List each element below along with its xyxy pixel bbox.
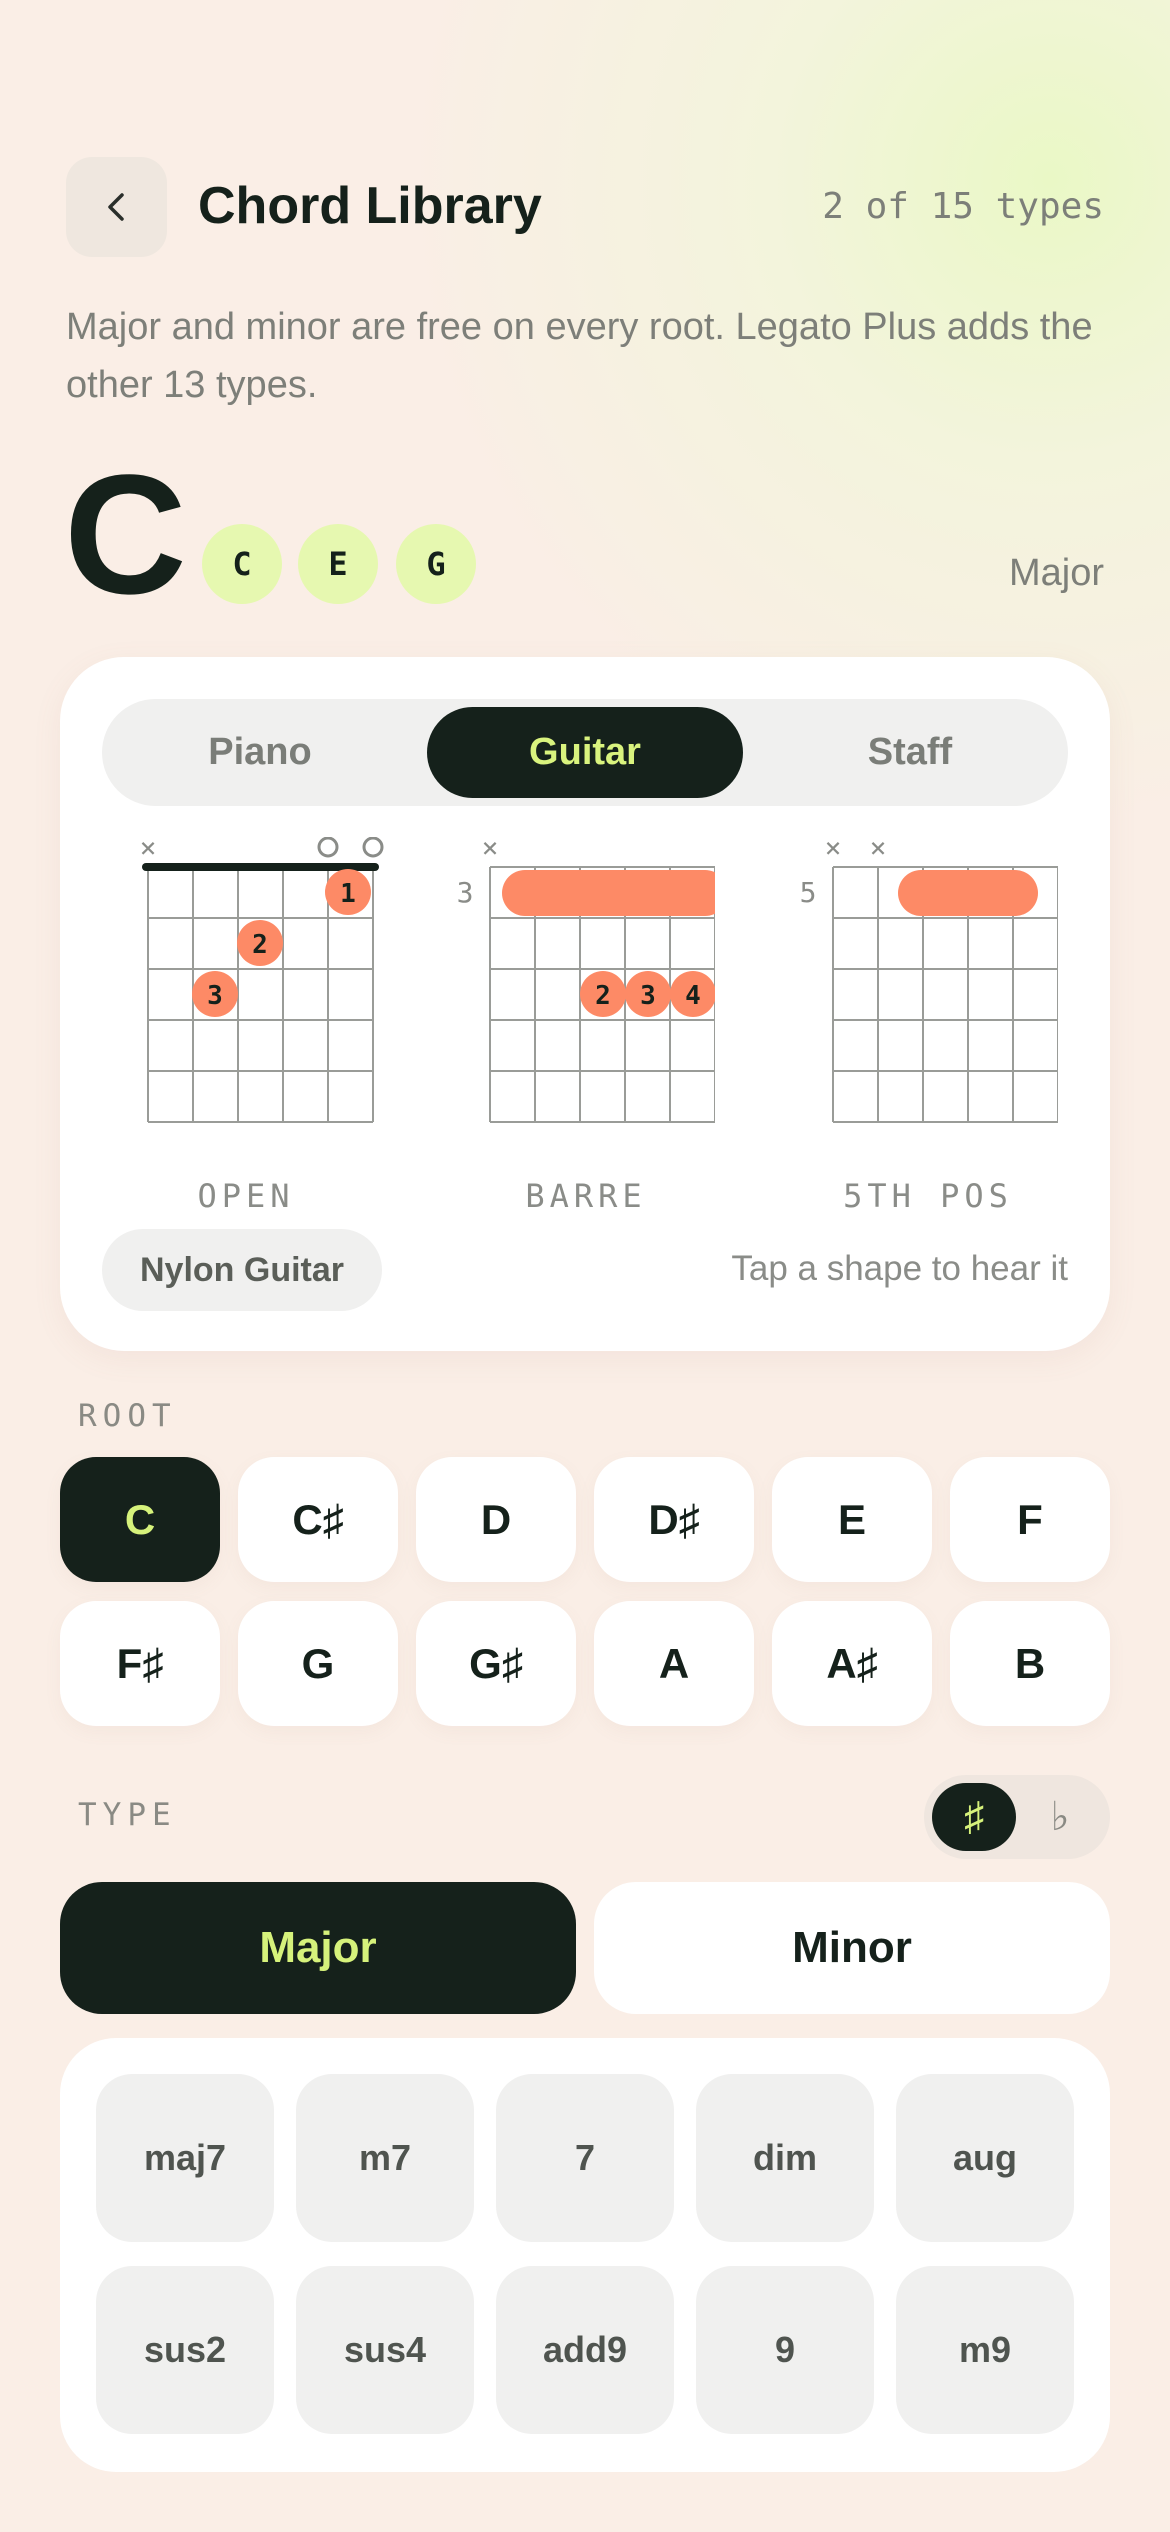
- root-button-c[interactable]: C: [60, 1457, 220, 1582]
- instrument-tabs: Piano Guitar Staff: [102, 699, 1068, 806]
- open-fretboard: × 1 2 3: [140, 831, 384, 1123]
- finger-number: 3: [640, 981, 656, 1011]
- chord-quality: Major: [1008, 552, 1104, 594]
- root-button-g-sharp[interactable]: G♯: [416, 1601, 576, 1726]
- note-chip: E: [298, 524, 378, 604]
- root-button-d-sharp[interactable]: D♯: [594, 1457, 754, 1582]
- muted-string-marker: ×: [140, 837, 157, 864]
- type-m9-button[interactable]: m9: [896, 2266, 1074, 2434]
- fifth-fretboard: 5 × ×: [800, 831, 1059, 1123]
- back-button[interactable]: [66, 157, 167, 257]
- fret-number: 3: [457, 876, 474, 909]
- open-string-marker: [317, 836, 339, 858]
- type-m7-button[interactable]: m7: [296, 2074, 474, 2242]
- page-title: Chord Library: [198, 177, 542, 235]
- type-sus4-button[interactable]: sus4: [296, 2266, 474, 2434]
- type-add9-button[interactable]: add9: [496, 2266, 674, 2434]
- sound-selector-button[interactable]: Nylon Guitar: [102, 1229, 382, 1311]
- extended-types-card: maj7 m7 7 dim aug sus2 sus4 add9 9 m9: [60, 2038, 1110, 2472]
- root-button-g[interactable]: G: [238, 1601, 398, 1726]
- accidental-toggle: ♯ ♭: [924, 1775, 1110, 1859]
- chord-shape-5th-pos[interactable]: 5 × ×: [798, 831, 1059, 1167]
- finger-number: 2: [595, 981, 611, 1011]
- root-button-f[interactable]: F: [950, 1457, 1110, 1582]
- chord-root-name: C: [64, 440, 187, 630]
- tab-staff[interactable]: Staff: [752, 699, 1068, 806]
- root-button-f-sharp[interactable]: F♯: [60, 1601, 220, 1726]
- shape-label-open: OPEN: [197, 1177, 295, 1215]
- muted-string-marker: ×: [482, 837, 499, 864]
- type-9-button[interactable]: 9: [696, 2266, 874, 2434]
- root-button-b[interactable]: B: [950, 1601, 1110, 1726]
- chord-shape-barre[interactable]: 3 × 2 3 4: [455, 831, 728, 1167]
- barre-bar: [898, 870, 1038, 916]
- type-7-button[interactable]: 7: [496, 2074, 674, 2242]
- root-button-d[interactable]: D: [416, 1457, 576, 1582]
- type-count: 2 of 15 types: [822, 186, 1104, 227]
- finger-number: 4: [685, 981, 701, 1011]
- finger-number: 2: [252, 930, 268, 960]
- tap-hint: Tap a shape to hear it: [731, 1249, 1068, 1288]
- root-button-a-sharp[interactable]: A♯: [772, 1601, 932, 1726]
- chevron-left-icon: [107, 193, 124, 221]
- note-chip: G: [396, 524, 476, 604]
- type-maj7-button[interactable]: maj7: [96, 2074, 274, 2242]
- shape-label-5th-pos: 5TH POS: [843, 1177, 1013, 1215]
- type-minor-button[interactable]: Minor: [594, 1882, 1110, 2014]
- instrument-card: Piano Guitar Staff × 1 2 3 OPEN 3 × 2 3 …: [60, 657, 1110, 1351]
- tab-piano[interactable]: Piano: [102, 699, 418, 806]
- barre-fretboard: 3 × 2 3 4: [457, 831, 728, 1123]
- flat-toggle[interactable]: ♭: [1018, 1783, 1102, 1851]
- type-major-button[interactable]: Major: [60, 1882, 576, 2014]
- type-section-label: TYPE: [78, 1797, 177, 1833]
- finger-number: 3: [207, 981, 223, 1011]
- root-section-label: ROOT: [78, 1398, 177, 1434]
- chord-shape-open[interactable]: × 1 2 3: [130, 831, 390, 1167]
- note-chip: C: [202, 524, 282, 604]
- tab-guitar[interactable]: Guitar: [427, 707, 743, 798]
- shape-label-barre: BARRE: [525, 1177, 647, 1215]
- fret-number: 5: [800, 876, 817, 909]
- barre-bar: [502, 870, 728, 916]
- muted-string-marker: ×: [825, 837, 842, 864]
- finger-number: 1: [340, 879, 356, 909]
- sharp-toggle[interactable]: ♯: [932, 1783, 1016, 1851]
- type-aug-button[interactable]: aug: [896, 2074, 1074, 2242]
- type-sus2-button[interactable]: sus2: [96, 2266, 274, 2434]
- root-button-e[interactable]: E: [772, 1457, 932, 1582]
- type-dim-button[interactable]: dim: [696, 2074, 874, 2242]
- open-string-marker: [362, 836, 384, 858]
- page-subtitle: Major and minor are free on every root. …: [66, 306, 1093, 406]
- muted-string-marker: ×: [870, 837, 887, 864]
- root-button-a[interactable]: A: [594, 1601, 754, 1726]
- root-button-c-sharp[interactable]: C♯: [238, 1457, 398, 1582]
